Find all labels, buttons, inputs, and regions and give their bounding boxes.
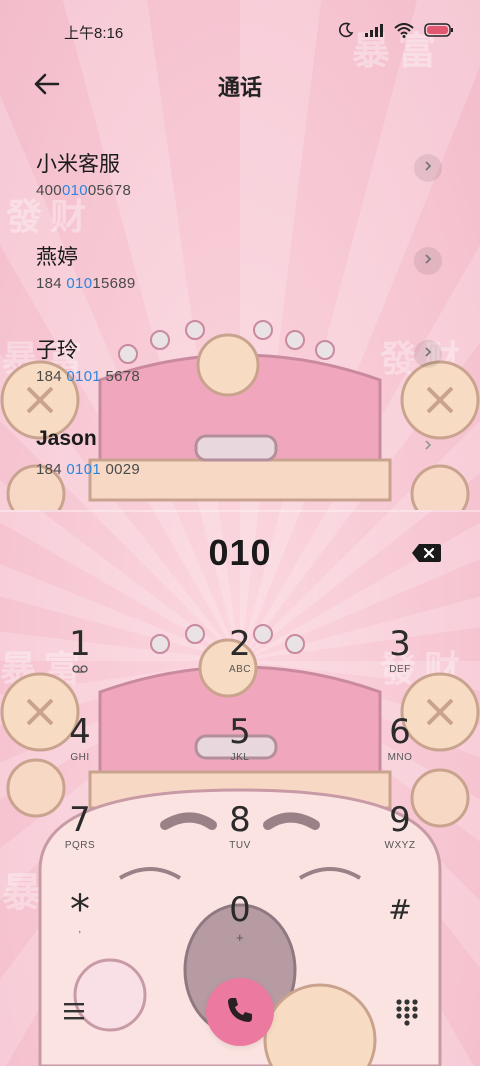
- key-digit: 2: [229, 624, 251, 664]
- key-digit: 1: [69, 624, 91, 664]
- key-digit: 3: [389, 624, 411, 664]
- contact-name: 燕婷: [36, 246, 78, 269]
- dialed-number: 010: [208, 532, 272, 573]
- dial-key-8[interactable]: 8 TUV: [180, 800, 300, 880]
- divider: [0, 510, 480, 512]
- wifi-icon: [394, 22, 414, 43]
- moon-icon: [338, 22, 354, 43]
- contact-number: 184 01015689: [36, 275, 136, 292]
- key-digit: 6: [389, 712, 411, 752]
- dial-key-star[interactable]: * ,: [20, 890, 140, 970]
- dialpad-icon: [394, 999, 420, 1031]
- menu-icon: [60, 1003, 88, 1027]
- key-letters: +: [235, 930, 245, 945]
- key-letters: WXYZ: [384, 840, 416, 851]
- key-letters: DEF: [389, 664, 411, 675]
- menu-button[interactable]: [60, 999, 88, 1023]
- header: 通话: [0, 60, 480, 106]
- dial-key-4[interactable]: 4 GHI: [20, 712, 140, 792]
- chevron-right-icon: [422, 345, 434, 363]
- dial-key-2[interactable]: 2 ABC: [180, 624, 300, 704]
- voicemail-icon: [20, 664, 140, 677]
- status-time: 上午8:16: [64, 25, 124, 42]
- key-letters: GHI: [70, 752, 90, 763]
- chevron-right-icon: [422, 438, 434, 456]
- key-digit: 9: [389, 800, 411, 840]
- key-digit: 5: [229, 712, 251, 752]
- key-digit: 8: [229, 800, 251, 840]
- signal-icon: [364, 23, 384, 42]
- dialer-bottom-bar: [0, 975, 480, 1055]
- key-letters: MNO: [387, 752, 413, 763]
- backspace-button[interactable]: [410, 540, 442, 566]
- dial-key-0[interactable]: 0 +: [180, 890, 300, 970]
- contact-number: 184 0101 5678: [36, 368, 141, 385]
- contact-number: 40001005678: [36, 182, 132, 199]
- chevron-right-icon: [422, 159, 434, 177]
- backspace-icon: [410, 544, 442, 570]
- dial-key-9[interactable]: 9 WXYZ: [340, 800, 460, 880]
- contact-number: 184 0101 0029: [36, 461, 141, 478]
- key-letters: JKL: [230, 752, 250, 763]
- contact-detail-button[interactable]: [414, 433, 442, 461]
- key-letters: ABC: [228, 664, 252, 675]
- key-digit: 7: [69, 800, 91, 840]
- phone-icon: [223, 993, 257, 1032]
- dial-key-1[interactable]: 1: [20, 624, 140, 704]
- key-letters: PQRS: [64, 840, 96, 851]
- key-digit: 4: [69, 712, 91, 752]
- key-letters: TUV: [229, 840, 251, 851]
- chevron-right-icon: [422, 252, 434, 270]
- contact-row[interactable]: 子玲 184 0101 5678: [0, 334, 480, 422]
- dial-key-hash[interactable]: #: [340, 890, 460, 970]
- key-digit: 0: [229, 890, 251, 930]
- contact-detail-button[interactable]: [414, 154, 442, 182]
- dial-key-3[interactable]: 3 DEF: [340, 624, 460, 704]
- contact-row[interactable]: Jason 184 0101 0029: [0, 427, 480, 515]
- keypad-toggle-button[interactable]: [394, 997, 420, 1027]
- key-digit: #: [388, 893, 412, 926]
- dial-key-6[interactable]: 6 MNO: [340, 712, 460, 792]
- dial-key-5[interactable]: 5 JKL: [180, 712, 300, 792]
- contact-detail-button[interactable]: [414, 247, 442, 275]
- page-title: 通话: [217, 75, 262, 100]
- contact-row[interactable]: 小米客服 40001005678: [0, 148, 480, 236]
- key-letters: ,: [78, 924, 82, 935]
- contact-name: 子玲: [36, 339, 78, 362]
- call-button[interactable]: [206, 978, 274, 1046]
- dial-key-7[interactable]: 7 PQRS: [20, 800, 140, 880]
- contact-row[interactable]: 燕婷 184 01015689: [0, 241, 480, 329]
- battery-icon: [424, 23, 454, 42]
- contact-detail-button[interactable]: [414, 340, 442, 368]
- contact-name: Jason: [36, 427, 97, 450]
- status-bar: 上午8:16: [0, 0, 480, 60]
- contact-name: 小米客服: [36, 153, 120, 176]
